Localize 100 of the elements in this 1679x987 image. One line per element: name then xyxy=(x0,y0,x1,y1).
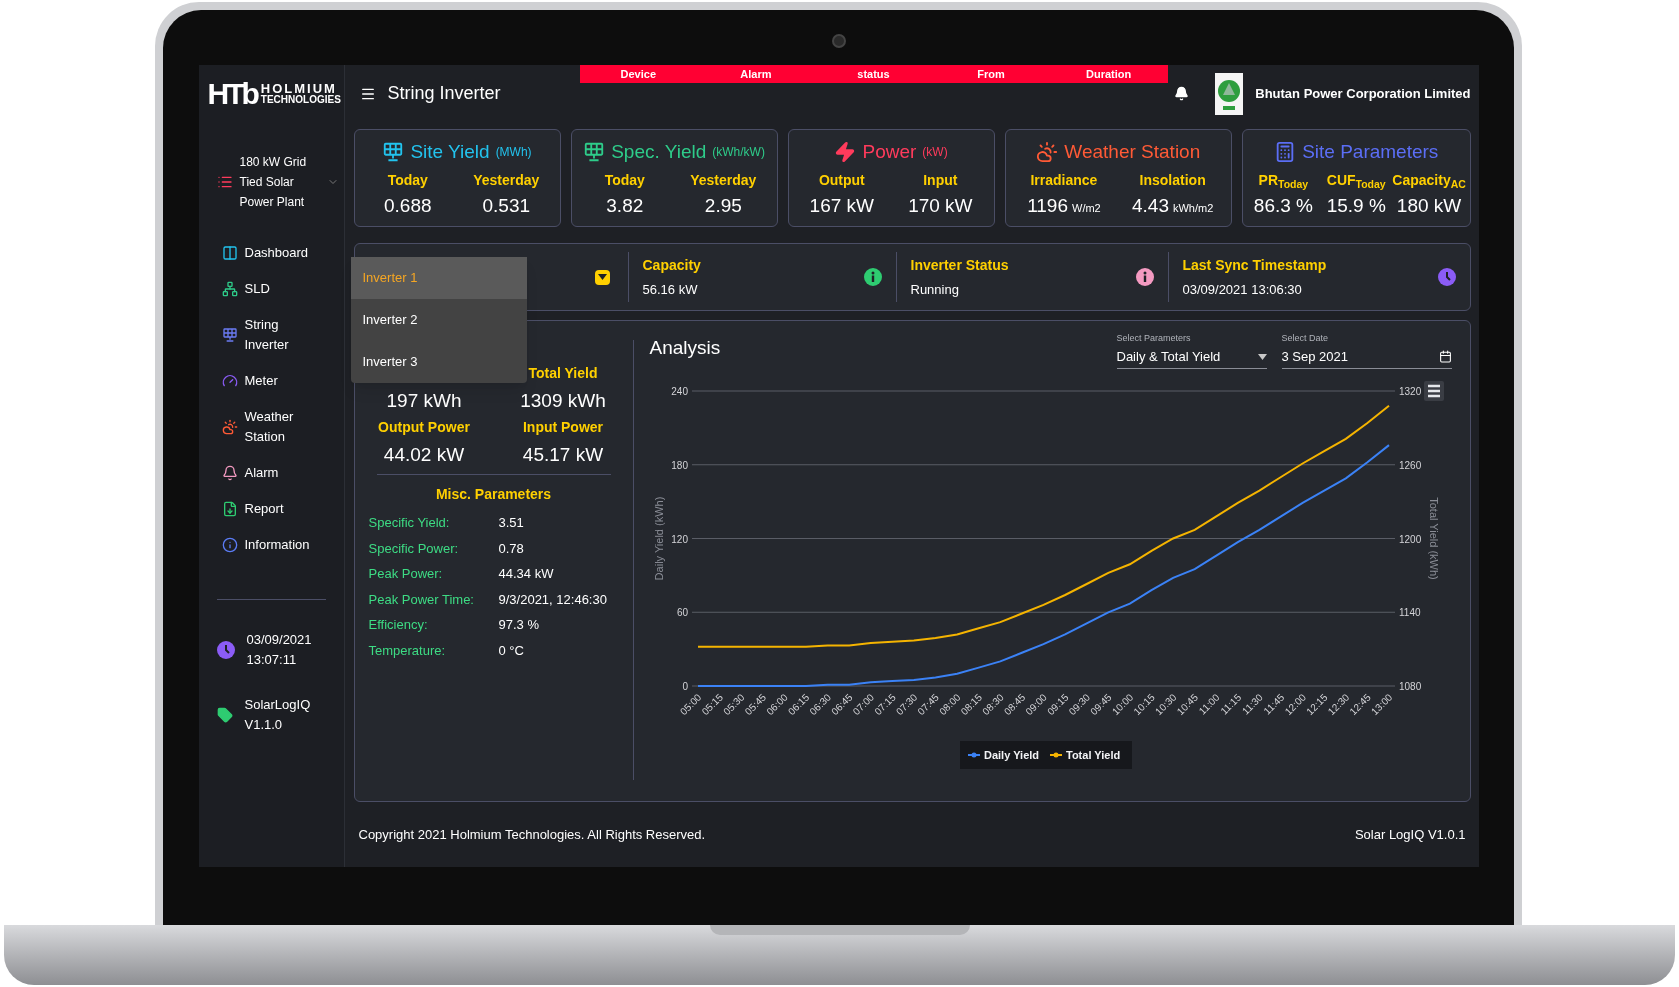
y-tick-label: 1200 xyxy=(1398,533,1421,545)
dropdown-option[interactable]: Inverter 2 xyxy=(350,299,527,341)
metric-label: Capacity$_{AC}$ xyxy=(1392,171,1466,192)
parameter-value: 0.78 xyxy=(498,539,524,558)
summary-value: 1309 kWh xyxy=(519,389,607,413)
card-title: Site Parameters xyxy=(1302,139,1439,164)
gauge-icon xyxy=(221,373,238,389)
metric-label: Insolation xyxy=(1139,171,1206,190)
summary-label: Total Yield xyxy=(527,364,599,383)
info-label: Last Sync Timestamp xyxy=(1182,255,1327,275)
nav-item[interactable]: Alarm xyxy=(198,455,344,491)
parameter-value: 97.3 % xyxy=(498,616,539,634)
metric-value: 3.82 xyxy=(606,194,644,218)
clock-icon xyxy=(216,641,235,659)
metric-label: CUF$_{Today}$ xyxy=(1326,171,1386,192)
section-title: Misc. Parameters xyxy=(434,485,553,504)
date-field[interactable]: Select Date 3 Sep 2021 xyxy=(1281,332,1452,369)
current-datetime: 03/09/2021 13:07:11 xyxy=(246,631,313,669)
alarm-column-header: Alarm xyxy=(739,67,773,82)
section-title: Analysis xyxy=(649,336,721,360)
parameter-value: 44.34 kW xyxy=(498,565,554,583)
metric-label: Yesterday xyxy=(690,171,757,190)
clock-icon xyxy=(1437,268,1456,286)
metric-label: Irradiance xyxy=(1030,171,1098,190)
nav-item[interactable]: Information xyxy=(198,527,344,563)
webcam xyxy=(831,34,846,48)
metric-label: Yesterday xyxy=(473,171,540,190)
y-tick-label: 1080 xyxy=(1398,681,1421,692)
summary-value: 45.17 kW xyxy=(521,443,605,467)
metric-label: Today xyxy=(604,171,645,190)
metric-value: 86.3 % xyxy=(1253,194,1313,218)
metric-unit: kWh/m2 xyxy=(1172,201,1214,216)
info-label: Inverter Status xyxy=(910,255,1009,275)
summary-label: Output Power xyxy=(377,418,471,437)
chart-menu-button[interactable] xyxy=(1423,381,1444,401)
page-title: String Inverter xyxy=(387,82,501,105)
parameter-label: Temperature: xyxy=(368,641,447,660)
axis-title: Daily Yield (kWh) xyxy=(652,496,665,581)
logo-text: TECHNOLOGIES xyxy=(260,95,341,105)
summary-label: Input Power xyxy=(521,418,605,437)
caret-icon xyxy=(597,274,607,280)
info-icon xyxy=(221,537,238,553)
y-tick-label: 60 xyxy=(676,607,688,619)
app-version: SolarLogIQ V1.1.0 xyxy=(244,696,312,734)
parameter-select[interactable]: Select Parameters Daily & Total Yield xyxy=(1116,332,1267,369)
card-title: Power xyxy=(862,139,917,164)
metric-label: Output xyxy=(818,171,865,190)
y-tick-label: 240 xyxy=(670,386,688,397)
dashboard-icon xyxy=(221,245,238,261)
metric-value: 2.95 xyxy=(704,194,742,218)
weather-icon xyxy=(1036,141,1059,163)
parameter-label: Efficiency: xyxy=(368,616,429,634)
parameter-label: Peak Power: xyxy=(368,565,444,583)
y-tick-label: 1140 xyxy=(1398,607,1420,619)
caret-icon xyxy=(1257,353,1267,360)
y-tick-label: 120 xyxy=(670,533,688,545)
metric-label: PR$_{Today}$ xyxy=(1258,171,1309,192)
metric-value: 170 kW xyxy=(908,194,973,218)
nav-item[interactable]: Weather Station xyxy=(198,399,344,455)
parameter-label: Specific Power: xyxy=(368,539,460,558)
list-icon xyxy=(216,174,233,190)
legend-line-icon xyxy=(1048,752,1063,758)
plant-selector[interactable]: 180 kW Grid Tied Solar Power Plant xyxy=(198,152,344,212)
metric-value: 15.9 % xyxy=(1326,194,1386,218)
card-unit: (kWh/kW) xyxy=(712,144,765,161)
info-label: Capacity xyxy=(642,255,701,275)
metric-value: 1196 xyxy=(1027,194,1068,218)
legend-label[interactable]: Daily Yield xyxy=(983,749,1039,761)
info-value: Running xyxy=(910,280,960,299)
alarm-column-header: Device xyxy=(619,67,658,82)
y-tick-label: 180 xyxy=(670,459,688,471)
parameter-value: 9/3/2021, 12:46:30 xyxy=(498,590,607,609)
dropdown-option[interactable]: Inverter 3 xyxy=(350,341,527,383)
metric-value: 0.531 xyxy=(482,194,531,218)
nav-item[interactable]: Dashboard xyxy=(198,235,344,271)
nav-item[interactable]: SLD xyxy=(198,271,344,307)
card-title: Site Yield xyxy=(410,139,490,164)
card-title: Weather Station xyxy=(1064,139,1201,164)
axis-title: Total Yield (kWh) xyxy=(1427,497,1440,580)
y-tick-label: 1260 xyxy=(1398,459,1421,471)
info-icon xyxy=(1135,268,1154,286)
info-value: 03/09/2021 13:06:30 xyxy=(1182,280,1303,299)
legend-line-icon xyxy=(966,752,981,758)
summary-value: 44.02 kW xyxy=(382,443,466,467)
metric-value: 0.688 xyxy=(384,194,432,218)
nav-item[interactable]: Report xyxy=(198,491,344,527)
bell-icon xyxy=(221,465,238,481)
parameter-label: Peak Power Time: xyxy=(368,590,475,609)
nav-item[interactable]: Meter xyxy=(198,363,344,399)
dropdown-toggle[interactable] xyxy=(594,269,610,285)
alarm-column-header: Duration xyxy=(1085,67,1133,82)
legend-label[interactable]: Total Yield xyxy=(1065,749,1120,761)
nav-item[interactable]: String Inverter xyxy=(198,307,344,363)
y-tick-label: 1320 xyxy=(1398,386,1421,397)
alarm-column-header: From xyxy=(976,67,1006,82)
solar-panel-icon xyxy=(221,327,238,343)
bell-icon[interactable] xyxy=(1174,86,1190,101)
solar-panel-icon xyxy=(583,141,606,163)
metric-value: 180 kW xyxy=(1396,194,1462,218)
card-unit: (kW) xyxy=(922,144,948,161)
